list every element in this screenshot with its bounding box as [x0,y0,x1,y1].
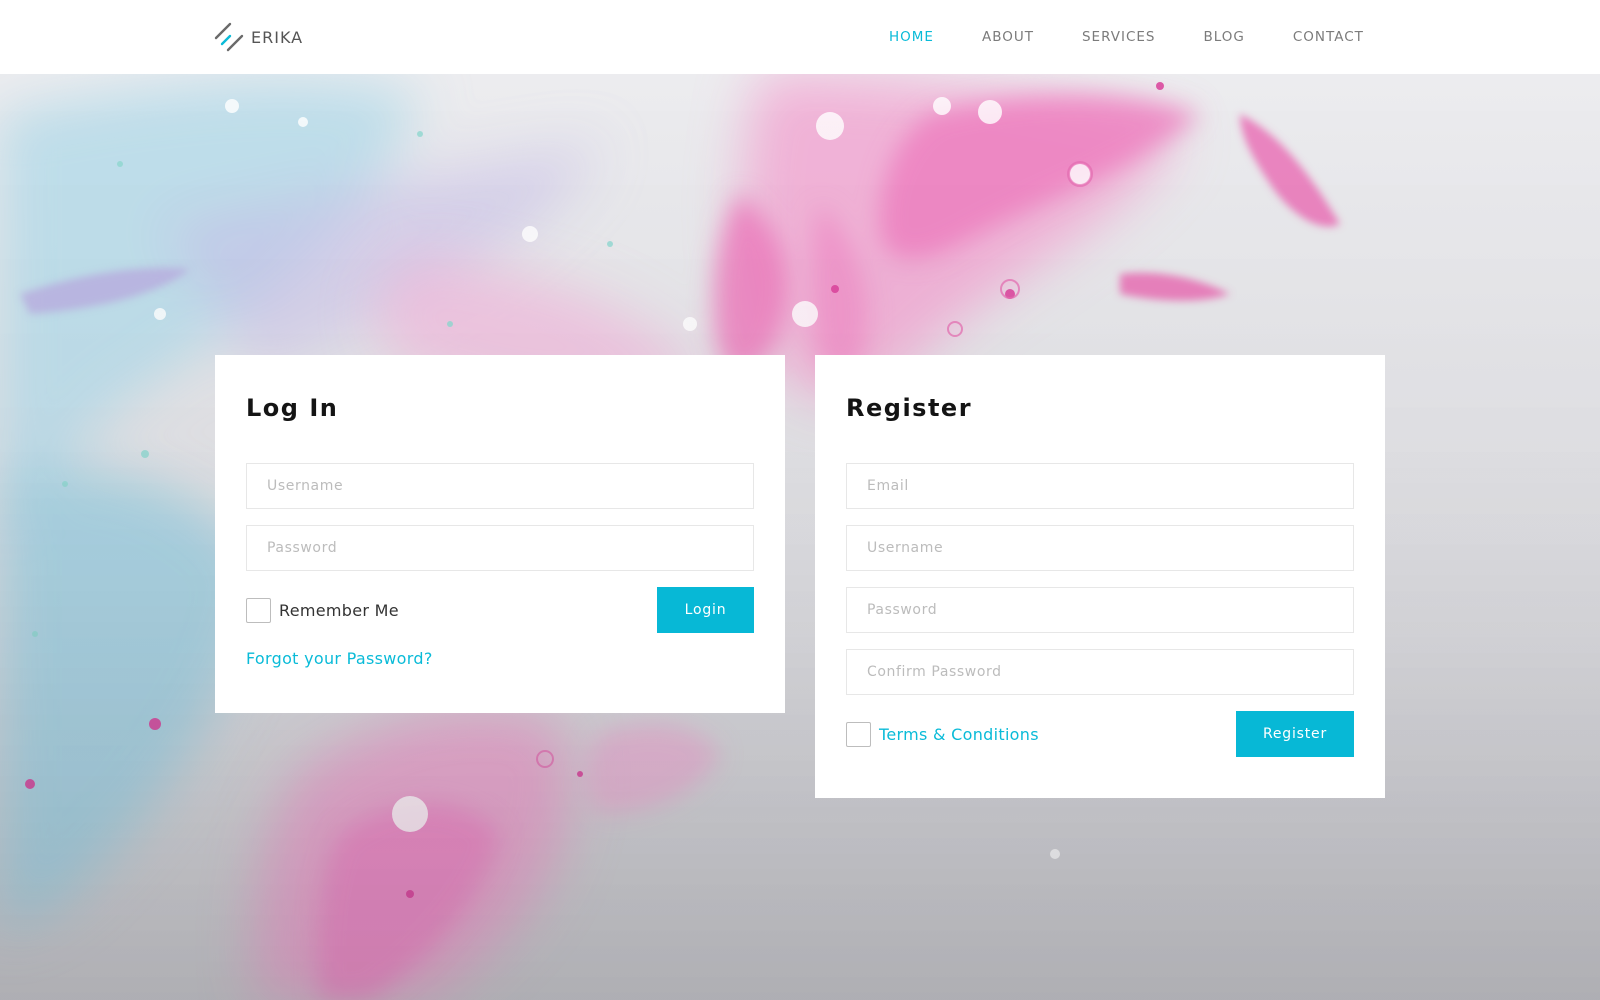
remember-me-checkbox[interactable] [246,597,271,623]
register-card: Register Terms & Conditions Register [815,355,1385,798]
register-button[interactable]: Register [1236,711,1354,757]
remember-me-label: Remember Me [279,600,399,620]
nav-item-home[interactable]: HOME [889,29,934,45]
nav-item-blog[interactable]: BLOG [1203,29,1244,45]
login-title: Log In [246,394,339,422]
register-username-input[interactable] [846,525,1354,571]
register-title: Register [846,394,973,422]
double-slash-logo-icon [214,22,244,52]
login-password-input[interactable] [246,525,754,571]
login-username-input[interactable] [246,463,754,509]
nav-item-services[interactable]: SERVICES [1082,29,1155,45]
main-nav: HOME ABOUT SERVICES BLOG CONTACT [889,0,1364,74]
register-email-input[interactable] [846,463,1354,509]
nav-item-about[interactable]: ABOUT [982,29,1034,45]
site-header: ERIKA HOME ABOUT SERVICES BLOG CONTACT [0,0,1600,74]
login-button[interactable]: Login [657,587,754,633]
register-confirm-password-input[interactable] [846,649,1354,695]
nav-item-contact[interactable]: CONTACT [1293,29,1364,45]
terms-conditions-link[interactable]: Terms & Conditions [879,725,1039,744]
logo-link[interactable]: ERIKA [214,22,303,52]
terms-checkbox[interactable] [846,721,871,747]
register-password-input[interactable] [846,587,1354,633]
remember-me-row[interactable]: Remember Me [246,587,399,633]
forgot-password-link[interactable]: Forgot your Password? [246,649,433,668]
login-card: Log In Remember Me Login Forgot your Pas… [215,355,785,713]
brand-name: ERIKA [251,27,304,47]
terms-row[interactable]: Terms & Conditions [846,711,1039,757]
